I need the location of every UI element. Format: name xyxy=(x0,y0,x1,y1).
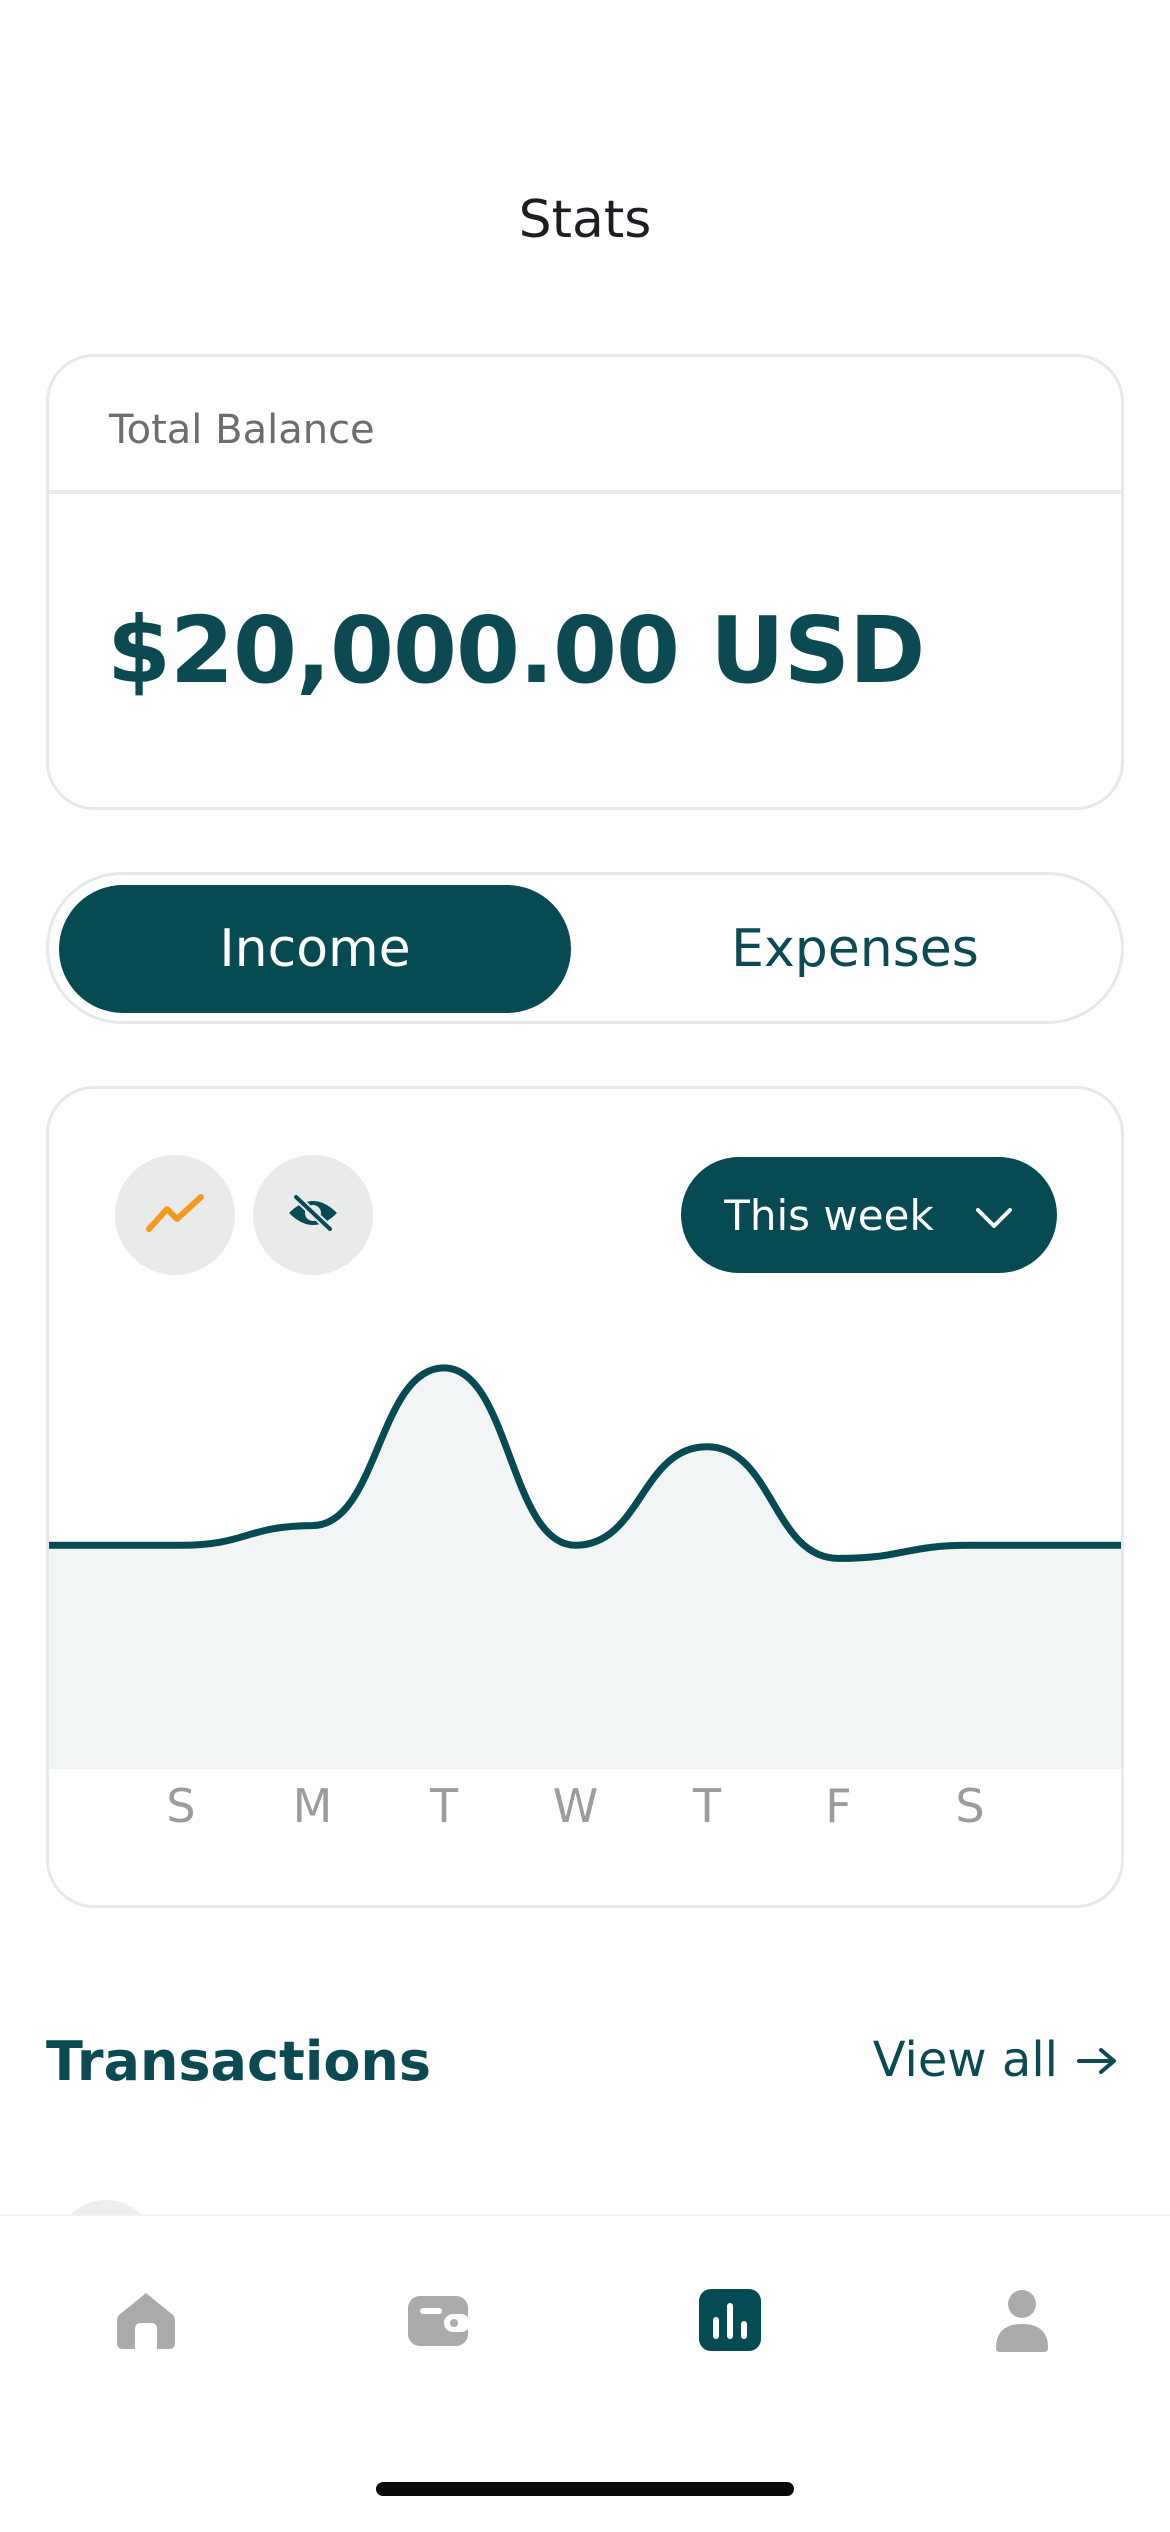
chevron-down-icon xyxy=(974,1191,1014,1240)
x-tick-label: T xyxy=(692,1779,722,1833)
trend-toggle-button[interactable] xyxy=(115,1155,235,1275)
eye-slash-icon xyxy=(286,1193,340,1237)
balance-card: Total Balance $20,000.00 USD xyxy=(46,354,1124,810)
x-tick-label: S xyxy=(955,1779,985,1833)
balance-amount: $20,000.00 USD xyxy=(107,597,925,704)
bar-chart-icon xyxy=(699,2289,761,2355)
wallet-icon xyxy=(406,2292,470,2352)
chart-line xyxy=(49,1364,1121,1562)
tab-home[interactable] xyxy=(106,2282,186,2362)
time-range-label: This week xyxy=(724,1190,934,1240)
user-icon xyxy=(994,2288,1050,2356)
income-tab[interactable]: Income xyxy=(59,885,571,1013)
x-tick-label: W xyxy=(552,1779,599,1833)
x-tick-label: S xyxy=(166,1779,196,1833)
view-all-label: View all xyxy=(872,2032,1058,2088)
income-expenses-toggle: Income Expenses xyxy=(46,872,1124,1024)
tab-profile[interactable] xyxy=(982,2282,1062,2362)
chart-card: This week S M T W T F S xyxy=(46,1086,1124,1908)
expenses-tab[interactable]: Expenses xyxy=(599,885,1111,1013)
hide-values-button[interactable] xyxy=(253,1155,373,1275)
chart-area xyxy=(49,1367,1121,1769)
tab-stats[interactable] xyxy=(690,2282,770,2362)
page-title: Stats xyxy=(518,190,652,250)
home-indicator xyxy=(376,2482,794,2496)
tab-wallet[interactable] xyxy=(398,2282,478,2362)
trend-line-icon xyxy=(145,1193,205,1237)
view-all-link[interactable]: View all xyxy=(873,2032,1118,2088)
balance-label: Total Balance xyxy=(109,407,375,453)
arrow-right-icon xyxy=(1076,2032,1118,2088)
x-tick-label: M xyxy=(292,1779,333,1833)
time-range-dropdown[interactable]: This week xyxy=(681,1157,1057,1273)
home-icon xyxy=(115,2289,177,2355)
balance-divider xyxy=(49,490,1121,494)
x-tick-label: T xyxy=(429,1779,459,1833)
transactions-title: Transactions xyxy=(46,2030,432,2093)
x-tick-label: F xyxy=(825,1779,852,1833)
chart-x-axis: S M T W T F S xyxy=(49,1779,1121,1839)
